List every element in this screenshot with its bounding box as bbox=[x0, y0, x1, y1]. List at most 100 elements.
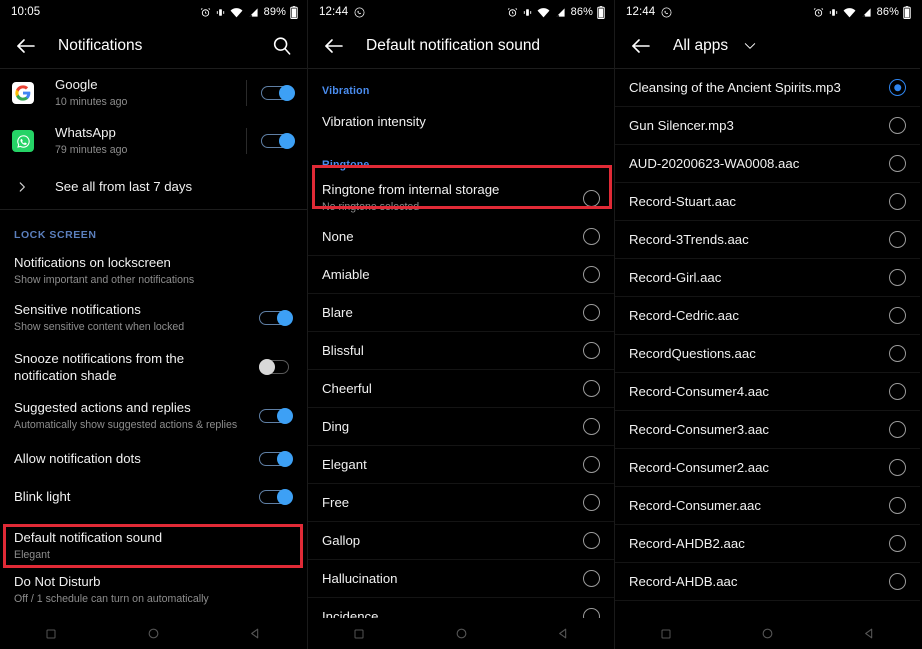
file-radio[interactable] bbox=[889, 535, 906, 552]
file-radio[interactable] bbox=[889, 155, 906, 172]
see-all-notifications-row[interactable]: See all from last 7 days bbox=[0, 165, 307, 209]
file-row-selected[interactable]: Cleansing of the Ancient Spirits.mp3 bbox=[615, 69, 920, 107]
ringtone-row-internal-storage[interactable]: Ringtone from internal storage No ringto… bbox=[308, 178, 614, 218]
file-row[interactable]: Record-Stuart.aac bbox=[615, 183, 920, 221]
setting-toggle-snooze-notifications[interactable] bbox=[259, 359, 293, 375]
file-row[interactable]: AUD-20200623-WA0008.aac bbox=[615, 145, 920, 183]
setting-row-do-not-disturb[interactable]: Do Not Disturb Off / 1 schedule can turn… bbox=[0, 568, 307, 612]
wifi-icon bbox=[230, 7, 243, 18]
back-triangle-icon[interactable] bbox=[546, 618, 580, 649]
setting-toggle-blink-light[interactable] bbox=[259, 489, 293, 505]
signal-icon bbox=[247, 7, 259, 18]
section-header-ringtone: Ringtone bbox=[322, 159, 370, 171]
back-triangle-icon[interactable] bbox=[239, 618, 273, 649]
file-radio[interactable] bbox=[889, 459, 906, 476]
ringtone-row[interactable]: Amiable bbox=[308, 256, 614, 294]
notification-row-whatsapp[interactable]: WhatsApp 79 minutes ago bbox=[0, 117, 307, 165]
chevron-down-icon[interactable] bbox=[742, 38, 758, 54]
home-circle-icon[interactable] bbox=[444, 618, 478, 649]
home-circle-icon[interactable] bbox=[136, 618, 170, 649]
file-radio[interactable] bbox=[889, 573, 906, 590]
setting-row-notification-dots[interactable]: Allow notification dots bbox=[0, 440, 307, 478]
ringtone-radio[interactable] bbox=[583, 456, 600, 473]
ringtone-row[interactable]: None bbox=[308, 218, 614, 256]
file-row[interactable]: Gun Silencer.mp3 bbox=[615, 107, 920, 145]
ringtone-radio[interactable] bbox=[583, 570, 600, 587]
ringtone-row[interactable]: Hallucination bbox=[308, 560, 614, 598]
file-row[interactable]: Record-AHDB2.aac bbox=[615, 525, 920, 563]
section-separator bbox=[0, 209, 307, 219]
back-arrow-icon[interactable] bbox=[629, 34, 653, 58]
recents-square-icon[interactable] bbox=[34, 618, 68, 649]
setting-subtitle: Show sensitive content when locked bbox=[14, 321, 185, 334]
setting-row-blink-light[interactable]: Blink light bbox=[0, 478, 307, 516]
ringtone-radio[interactable] bbox=[583, 304, 600, 321]
file-radio[interactable] bbox=[889, 345, 906, 362]
setting-row-snooze-notifications[interactable]: Snooze notifications from the notificati… bbox=[0, 342, 307, 392]
setting-row-default-notification-sound[interactable]: Default notification sound Elegant bbox=[0, 524, 307, 568]
file-row[interactable]: Record-Girl.aac bbox=[615, 259, 920, 297]
setting-title: Notifications on lockscreen bbox=[14, 255, 171, 271]
recents-square-icon[interactable] bbox=[649, 618, 683, 649]
file-radio[interactable] bbox=[889, 231, 906, 248]
system-navigation-bar bbox=[0, 618, 307, 649]
setting-toggle-sensitive-notifications[interactable] bbox=[259, 310, 293, 326]
ringtone-radio[interactable] bbox=[583, 266, 600, 283]
setting-title: Suggested actions and replies bbox=[14, 400, 191, 416]
ringtone-row[interactable]: Free bbox=[308, 484, 614, 522]
setting-row-sensitive-notifications[interactable]: Sensitive notifications Show sensitive c… bbox=[0, 294, 307, 342]
ringtone-row[interactable]: Cheerful bbox=[308, 370, 614, 408]
file-label: Record-Stuart.aac bbox=[629, 193, 737, 209]
file-row[interactable]: Record-Cedric.aac bbox=[615, 297, 920, 335]
setting-subtitle: Elegant bbox=[14, 549, 50, 562]
home-circle-icon[interactable] bbox=[750, 618, 784, 649]
file-radio[interactable] bbox=[889, 269, 906, 286]
file-radio[interactable] bbox=[889, 307, 906, 324]
setting-toggle-notification-dots[interactable] bbox=[259, 451, 293, 467]
back-arrow-icon[interactable] bbox=[322, 34, 346, 58]
setting-subtitle: Automatically show suggested actions & r… bbox=[14, 419, 238, 432]
file-row[interactable]: Record-Consumer2.aac bbox=[615, 449, 920, 487]
ringtone-row[interactable]: Ding bbox=[308, 408, 614, 446]
ringtone-label: Elegant bbox=[322, 456, 367, 472]
file-row[interactable]: Record-AHDB.aac bbox=[615, 563, 920, 601]
file-label: Record-Consumer.aac bbox=[629, 497, 761, 513]
setting-row-notifications-on-lockscreen[interactable]: Notifications on lockscreen Show importa… bbox=[0, 248, 307, 294]
file-radio[interactable] bbox=[889, 193, 906, 210]
ringtone-radio[interactable] bbox=[583, 494, 600, 511]
setting-toggle-suggested-actions[interactable] bbox=[259, 408, 293, 424]
search-icon[interactable] bbox=[271, 35, 293, 57]
ringtone-radio[interactable] bbox=[583, 532, 600, 549]
ringtone-row[interactable]: Blare bbox=[308, 294, 614, 332]
file-label: Record-AHDB.aac bbox=[629, 573, 738, 589]
ringtone-radio[interactable] bbox=[583, 418, 600, 435]
file-radio[interactable] bbox=[889, 497, 906, 514]
status-time: 10:05 bbox=[11, 6, 41, 18]
notification-toggle-whatsapp[interactable] bbox=[261, 133, 295, 149]
file-row[interactable]: Record-Consumer3.aac bbox=[615, 411, 920, 449]
setting-subtitle: Off / 1 schedule can turn on automatical… bbox=[14, 593, 209, 606]
file-radio-selected[interactable] bbox=[889, 79, 906, 96]
ringtone-label: None bbox=[322, 228, 354, 244]
back-arrow-icon[interactable] bbox=[14, 34, 38, 58]
file-row[interactable]: Record-Consumer4.aac bbox=[615, 373, 920, 411]
ringtone-row[interactable]: Blissful bbox=[308, 332, 614, 370]
file-radio[interactable] bbox=[889, 421, 906, 438]
ringtone-radio[interactable] bbox=[583, 228, 600, 245]
file-radio[interactable] bbox=[889, 383, 906, 400]
ringtone-row[interactable]: Elegant bbox=[308, 446, 614, 484]
file-row[interactable]: Record-Consumer.aac bbox=[615, 487, 920, 525]
ringtone-radio-internal-storage[interactable] bbox=[583, 189, 600, 207]
ringtone-radio[interactable] bbox=[583, 342, 600, 359]
setting-row-suggested-actions[interactable]: Suggested actions and replies Automatica… bbox=[0, 392, 307, 440]
back-triangle-icon[interactable] bbox=[852, 618, 886, 649]
notification-toggle-google[interactable] bbox=[261, 85, 295, 101]
file-row[interactable]: RecordQuestions.aac bbox=[615, 335, 920, 373]
ringtone-row[interactable]: Gallop bbox=[308, 522, 614, 560]
setting-row-vibration-intensity[interactable]: Vibration intensity bbox=[308, 104, 614, 140]
file-row[interactable]: Record-3Trends.aac bbox=[615, 221, 920, 259]
ringtone-radio[interactable] bbox=[583, 380, 600, 397]
file-radio[interactable] bbox=[889, 117, 906, 134]
recents-square-icon[interactable] bbox=[342, 618, 376, 649]
notification-row-google[interactable]: Google 10 minutes ago bbox=[0, 69, 307, 117]
